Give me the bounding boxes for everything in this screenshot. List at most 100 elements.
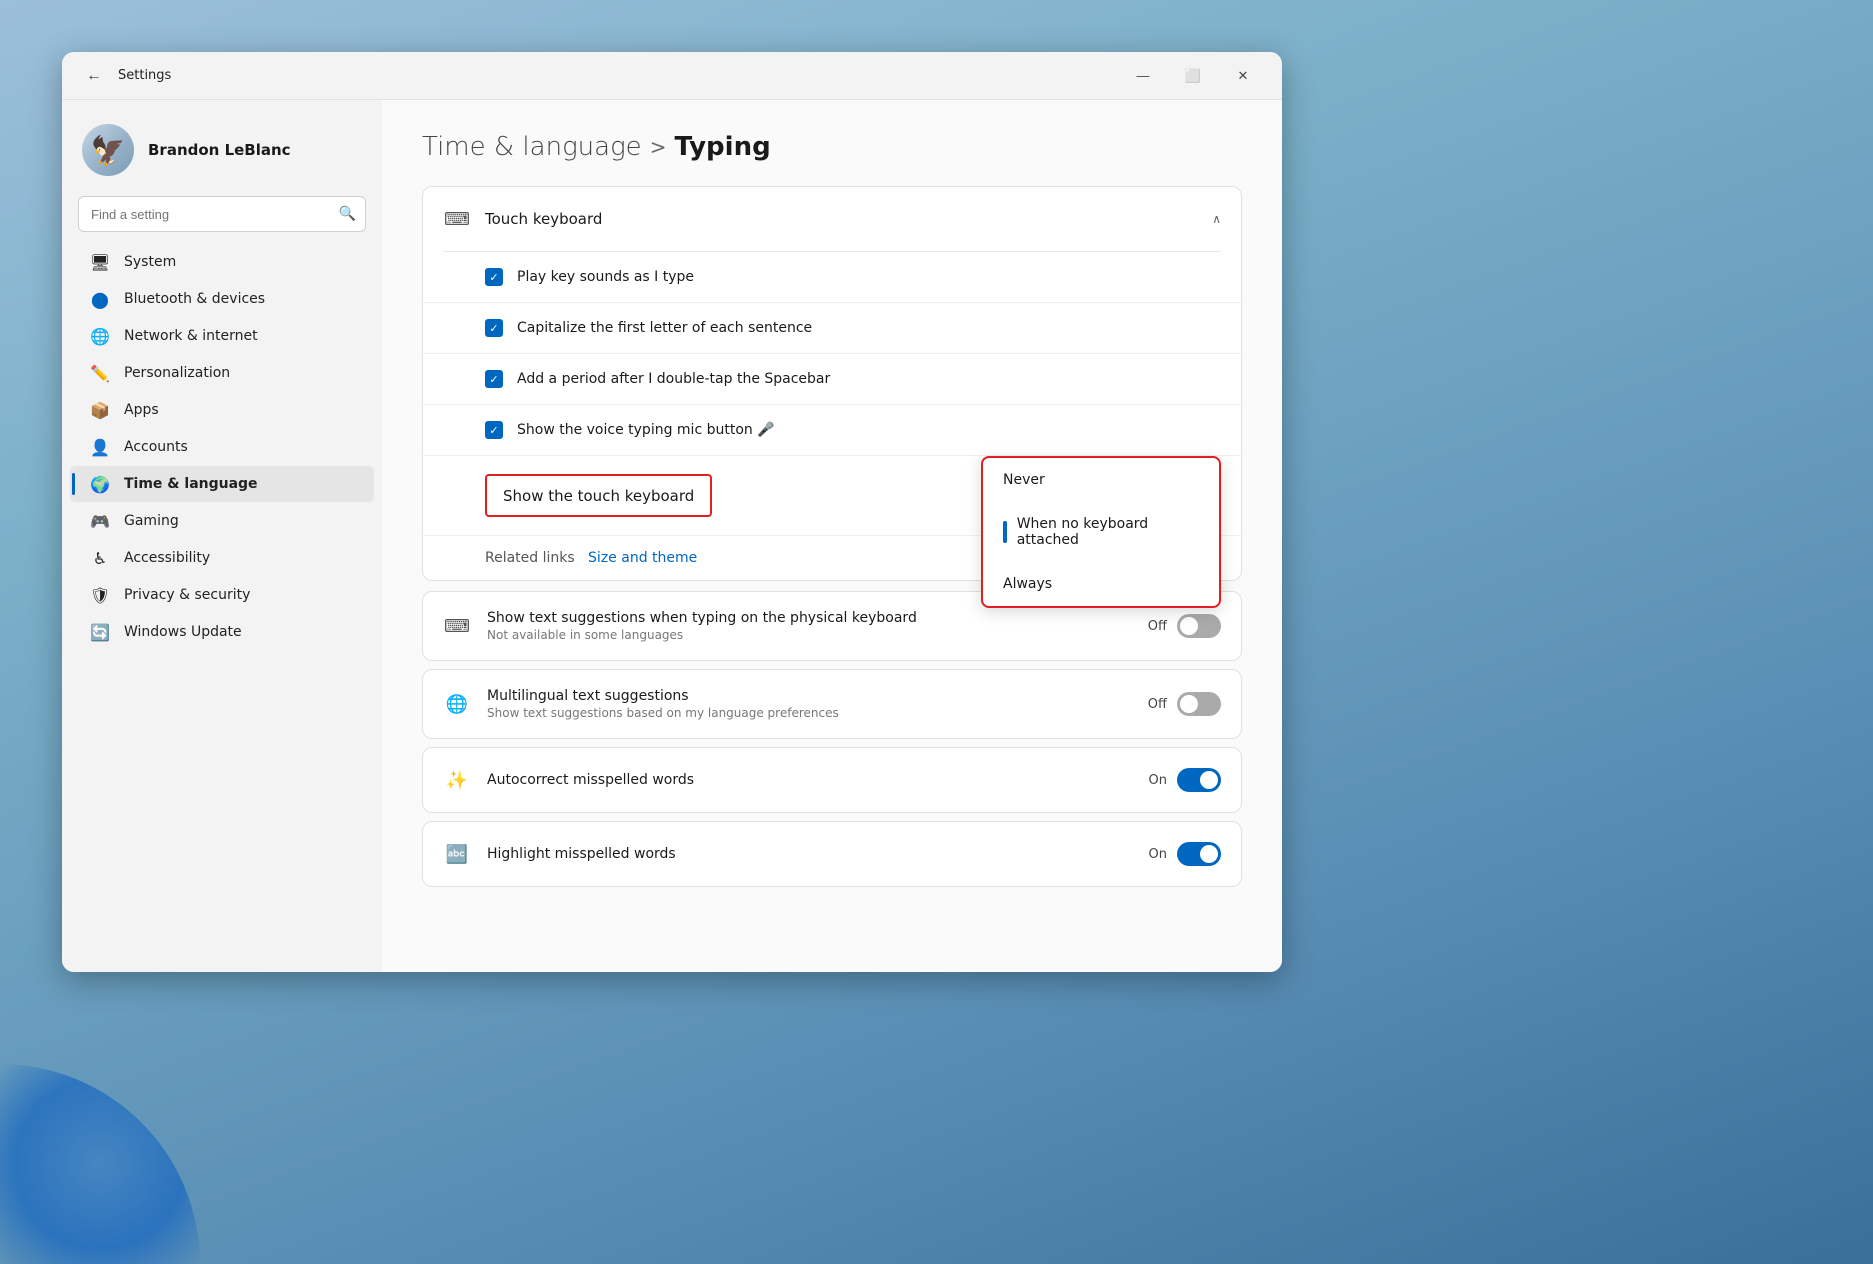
dropdown-option-never-label: Never bbox=[1003, 472, 1045, 488]
highlight-row: 🔤 Highlight misspelled words On bbox=[422, 821, 1242, 887]
decorative-blob bbox=[0, 1064, 200, 1264]
time-language-icon: 🌍 bbox=[90, 474, 110, 494]
autocorrect-toggle[interactable] bbox=[1177, 768, 1221, 792]
accessibility-icon: ♿ bbox=[90, 548, 110, 568]
sidebar-item-privacy[interactable]: 🛡 Privacy & security bbox=[70, 577, 374, 613]
window-content: 🦅 Brandon LeBlanc 🔍 🖥 System ⬤ bbox=[62, 100, 1282, 972]
settings-window: ← Settings — ⬜ ✕ 🦅 Brandon LeBlanc bbox=[62, 52, 1282, 972]
avatar: 🦅 bbox=[82, 124, 134, 176]
capitalize-checkbox[interactable]: ✓ bbox=[485, 319, 503, 337]
related-links-label: Related links bbox=[485, 550, 575, 566]
touch-keyboard-title: Touch keyboard bbox=[485, 210, 1198, 228]
dropdown-option-never[interactable]: Never bbox=[983, 458, 1219, 502]
period-label: Add a period after I double-tap the Spac… bbox=[517, 371, 830, 387]
voice-mic-checkbox[interactable]: ✓ bbox=[485, 421, 503, 439]
sidebar-item-label: Accounts bbox=[124, 439, 188, 455]
voice-mic-row: ✓ Show the voice typing mic button 🎤 bbox=[423, 405, 1241, 456]
keyboard-icon: ⌨ bbox=[443, 205, 471, 233]
highlight-toggle[interactable] bbox=[1177, 842, 1221, 866]
sidebar-item-time-language[interactable]: 🌍 Time & language bbox=[70, 466, 374, 502]
system-icon: 🖥 bbox=[90, 252, 110, 272]
sidebar-item-accounts[interactable]: 👤 Accounts bbox=[70, 429, 374, 465]
sidebar: 🦅 Brandon LeBlanc 🔍 🖥 System ⬤ bbox=[62, 100, 382, 972]
multilingual-row: 🌐 Multilingual text suggestions Show tex… bbox=[422, 669, 1242, 739]
search-icon: 🔍 bbox=[339, 206, 356, 222]
multilingual-toggle[interactable] bbox=[1177, 692, 1221, 716]
text-suggestions-toggle-label: Off bbox=[1148, 619, 1167, 634]
multilingual-toggle-label: Off bbox=[1148, 697, 1167, 712]
highlight-toggle-label: On bbox=[1149, 847, 1167, 862]
close-button[interactable]: ✕ bbox=[1220, 60, 1266, 92]
user-section: 🦅 Brandon LeBlanc bbox=[62, 112, 382, 196]
sidebar-item-label: Accessibility bbox=[124, 550, 210, 566]
show-touch-keyboard-label: Show the touch keyboard bbox=[503, 487, 694, 505]
highlight-text: Highlight misspelled words bbox=[487, 846, 1133, 862]
privacy-icon: 🛡 bbox=[90, 585, 110, 605]
play-sounds-label: Play key sounds as I type bbox=[517, 269, 694, 285]
sidebar-item-label: Network & internet bbox=[124, 328, 258, 344]
capitalize-label: Capitalize the first letter of each sent… bbox=[517, 320, 812, 336]
sidebar-item-label: Windows Update bbox=[124, 624, 242, 640]
breadcrumb-parent[interactable]: Time & language bbox=[422, 132, 642, 162]
search-box: 🔍 bbox=[78, 196, 366, 232]
dropdown-option-when-no-keyboard[interactable]: When no keyboard attached bbox=[983, 502, 1219, 562]
sidebar-item-label: Privacy & security bbox=[124, 587, 250, 603]
sidebar-item-system[interactable]: 🖥 System bbox=[70, 244, 374, 280]
show-touch-keyboard-row: Show the touch keyboard Never When no k bbox=[423, 456, 1241, 536]
collapse-icon: ∧ bbox=[1212, 212, 1221, 226]
search-input[interactable] bbox=[78, 196, 366, 232]
play-sounds-row: ✓ Play key sounds as I type bbox=[423, 252, 1241, 303]
text-suggestions-toggle[interactable] bbox=[1177, 614, 1221, 638]
gaming-icon: 🎮 bbox=[90, 511, 110, 531]
highlight-right: On bbox=[1149, 842, 1221, 866]
touch-keyboard-label-box: Show the touch keyboard bbox=[485, 474, 712, 517]
size-and-theme-link[interactable]: Size and theme bbox=[588, 550, 697, 566]
back-button[interactable]: ← bbox=[78, 60, 110, 92]
autocorrect-row: ✨ Autocorrect misspelled words On bbox=[422, 747, 1242, 813]
nav-list: 🖥 System ⬤ Bluetooth & devices 🌐 Network… bbox=[62, 244, 382, 650]
period-checkbox[interactable]: ✓ bbox=[485, 370, 503, 388]
touch-keyboard-dropdown[interactable]: Never When no keyboard attached Always bbox=[981, 456, 1221, 608]
touch-keyboard-header[interactable]: ⌨ Touch keyboard ∧ bbox=[423, 187, 1241, 251]
sidebar-item-accessibility[interactable]: ♿ Accessibility bbox=[70, 540, 374, 576]
period-row: ✓ Add a period after I double-tap the Sp… bbox=[423, 354, 1241, 405]
sidebar-item-label: Bluetooth & devices bbox=[124, 291, 265, 307]
titlebar-title: Settings bbox=[118, 68, 171, 83]
highlight-icon: 🔤 bbox=[443, 840, 471, 868]
sidebar-item-personalization[interactable]: ✏️ Personalization bbox=[70, 355, 374, 391]
dropdown-option-when-no-keyboard-label: When no keyboard attached bbox=[1017, 516, 1199, 548]
autocorrect-text: Autocorrect misspelled words bbox=[487, 772, 1133, 788]
breadcrumb-separator: > bbox=[650, 135, 667, 159]
dropdown-option-always[interactable]: Always bbox=[983, 562, 1219, 606]
minimize-button[interactable]: — bbox=[1120, 60, 1166, 92]
capitalize-row: ✓ Capitalize the first letter of each se… bbox=[423, 303, 1241, 354]
titlebar-controls: — ⬜ ✕ bbox=[1120, 60, 1266, 92]
sidebar-item-label: Apps bbox=[124, 402, 159, 418]
sidebar-item-label: System bbox=[124, 254, 176, 270]
breadcrumb: Time & language > Typing bbox=[422, 132, 1242, 162]
titlebar: ← Settings — ⬜ ✕ bbox=[62, 52, 1282, 100]
autocorrect-title: Autocorrect misspelled words bbox=[487, 772, 1133, 788]
sidebar-item-windows-update[interactable]: 🔄 Windows Update bbox=[70, 614, 374, 650]
apps-icon: 📦 bbox=[90, 400, 110, 420]
sidebar-item-network[interactable]: 🌐 Network & internet bbox=[70, 318, 374, 354]
user-name: Brandon LeBlanc bbox=[148, 141, 291, 159]
selected-indicator bbox=[1003, 521, 1007, 543]
multilingual-text: Multilingual text suggestions Show text … bbox=[487, 688, 1132, 720]
accounts-icon: 👤 bbox=[90, 437, 110, 457]
text-suggestions-text: Show text suggestions when typing on the… bbox=[487, 610, 1132, 642]
dropdown-option-always-label: Always bbox=[1003, 576, 1052, 592]
multilingual-title: Multilingual text suggestions bbox=[487, 688, 1132, 704]
autocorrect-toggle-label: On bbox=[1149, 773, 1167, 788]
maximize-button[interactable]: ⬜ bbox=[1170, 60, 1216, 92]
personalization-icon: ✏️ bbox=[90, 363, 110, 383]
play-sounds-checkbox[interactable]: ✓ bbox=[485, 268, 503, 286]
autocorrect-right: On bbox=[1149, 768, 1221, 792]
multilingual-subtitle: Show text suggestions based on my langua… bbox=[487, 706, 1132, 720]
sidebar-item-gaming[interactable]: 🎮 Gaming bbox=[70, 503, 374, 539]
touch-keyboard-card: ⌨ Touch keyboard ∧ ✓ Play key sounds as … bbox=[422, 186, 1242, 581]
text-suggestions-right: Off bbox=[1148, 614, 1221, 638]
sidebar-item-apps[interactable]: 📦 Apps bbox=[70, 392, 374, 428]
autocorrect-icon: ✨ bbox=[443, 766, 471, 794]
sidebar-item-bluetooth[interactable]: ⬤ Bluetooth & devices bbox=[70, 281, 374, 317]
